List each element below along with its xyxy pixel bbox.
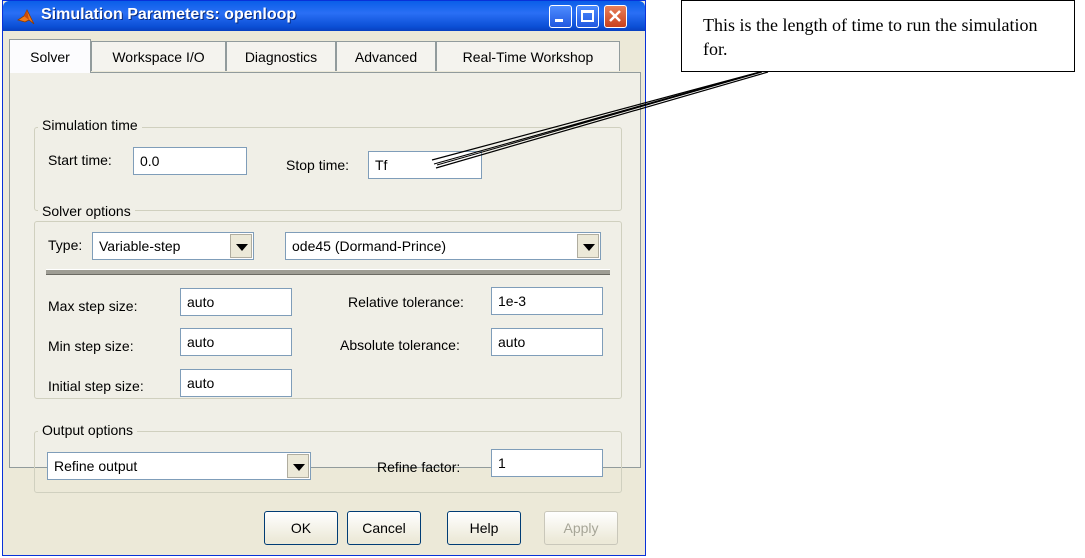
callout-pointer <box>431 71 769 169</box>
tab-solver[interactable]: Solver <box>9 39 91 73</box>
